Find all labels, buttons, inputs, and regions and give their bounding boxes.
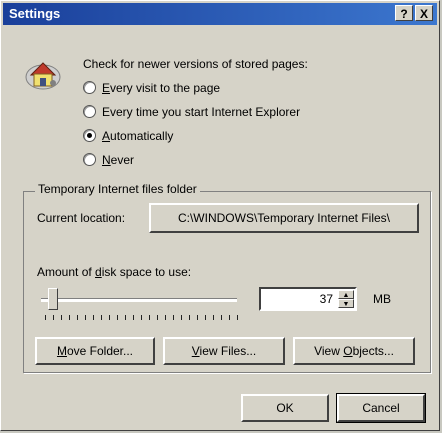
help-button[interactable]: ?	[395, 5, 413, 21]
disk-space-slider-track[interactable]	[41, 298, 237, 302]
slider-tick	[189, 315, 190, 320]
slider-tick	[165, 315, 166, 320]
disk-space-unit: MB	[373, 292, 391, 306]
slider-tick	[237, 315, 238, 320]
radio-button[interactable]	[83, 81, 96, 94]
slider-tick	[101, 315, 102, 320]
view-objects-button[interactable]: View Objects...	[293, 337, 415, 365]
settings-house-icon	[23, 53, 63, 93]
current-location-button[interactable]: C:\WINDOWS\Temporary Internet Files\	[149, 203, 419, 233]
radio-every-visit[interactable]: Every visit to the page	[83, 81, 220, 99]
radio-mnemonic: E	[102, 81, 111, 95]
disk-space-label: Amount of disk space to use:	[37, 265, 192, 279]
spin-down-icon[interactable]: ▼	[338, 299, 354, 308]
close-icon: X	[419, 7, 428, 21]
cancel-button[interactable]: Cancel	[336, 393, 426, 423]
title-bar: Settings ? X	[3, 3, 437, 25]
radio-label: utomatically	[110, 129, 174, 143]
slider-tick	[125, 315, 126, 320]
slider-tick	[205, 315, 206, 320]
settings-dialog: Settings ? X Check for newer versions of…	[0, 0, 440, 431]
slider-ticks	[45, 315, 238, 321]
radio-mnemonic: A	[102, 129, 111, 143]
spinner-arrows[interactable]: ▲ ▼	[338, 290, 354, 308]
slider-tick	[69, 315, 70, 320]
move-folder-button[interactable]: Move Folder...	[35, 337, 155, 365]
slider-tick	[181, 315, 182, 320]
check-heading: Check for newer versions of stored pages…	[83, 57, 308, 71]
slider-tick	[221, 315, 222, 320]
group-title: Temporary Internet files folder	[35, 182, 200, 196]
slider-tick	[157, 315, 158, 320]
ok-button[interactable]: OK	[241, 394, 329, 422]
spin-up-icon[interactable]: ▲	[338, 290, 354, 299]
slider-tick	[229, 315, 230, 320]
slider-tick	[117, 315, 118, 320]
radio-button-selected[interactable]	[83, 129, 96, 142]
slider-tick	[45, 315, 46, 320]
radio-button[interactable]	[83, 105, 96, 118]
slider-tick	[213, 315, 214, 320]
slider-tick	[197, 315, 198, 320]
disk-space-spinner[interactable]: 37 ▲ ▼	[259, 287, 357, 311]
slider-tick	[77, 315, 78, 320]
window-title: Settings	[9, 6, 61, 21]
slider-tick	[61, 315, 62, 320]
slider-tick	[141, 315, 142, 320]
radio-button[interactable]	[83, 153, 96, 166]
radio-label: very visit to the page	[110, 81, 221, 95]
radio-label: ever	[110, 153, 135, 167]
disk-space-slider-thumb[interactable]	[47, 288, 58, 310]
radio-automatically[interactable]: Automatically	[83, 129, 173, 147]
slider-tick	[109, 315, 110, 320]
radio-never[interactable]: Never	[83, 153, 134, 171]
help-icon: ?	[400, 7, 408, 21]
radio-mnemonic: N	[102, 153, 111, 167]
view-files-button[interactable]: View Files...	[163, 337, 285, 365]
slider-tick	[133, 315, 134, 320]
current-location-label: Current location:	[37, 211, 126, 225]
radio-every-start[interactable]: Every time you start Internet Explorer	[83, 105, 300, 123]
disk-space-value[interactable]: 37	[320, 292, 333, 306]
slider-tick	[53, 315, 54, 320]
slider-tick	[93, 315, 94, 320]
slider-tick	[85, 315, 86, 320]
close-button[interactable]: X	[415, 5, 433, 21]
radio-label: Every time you start Internet Explorer	[102, 105, 301, 119]
slider-tick	[149, 315, 150, 320]
slider-tick	[173, 315, 174, 320]
